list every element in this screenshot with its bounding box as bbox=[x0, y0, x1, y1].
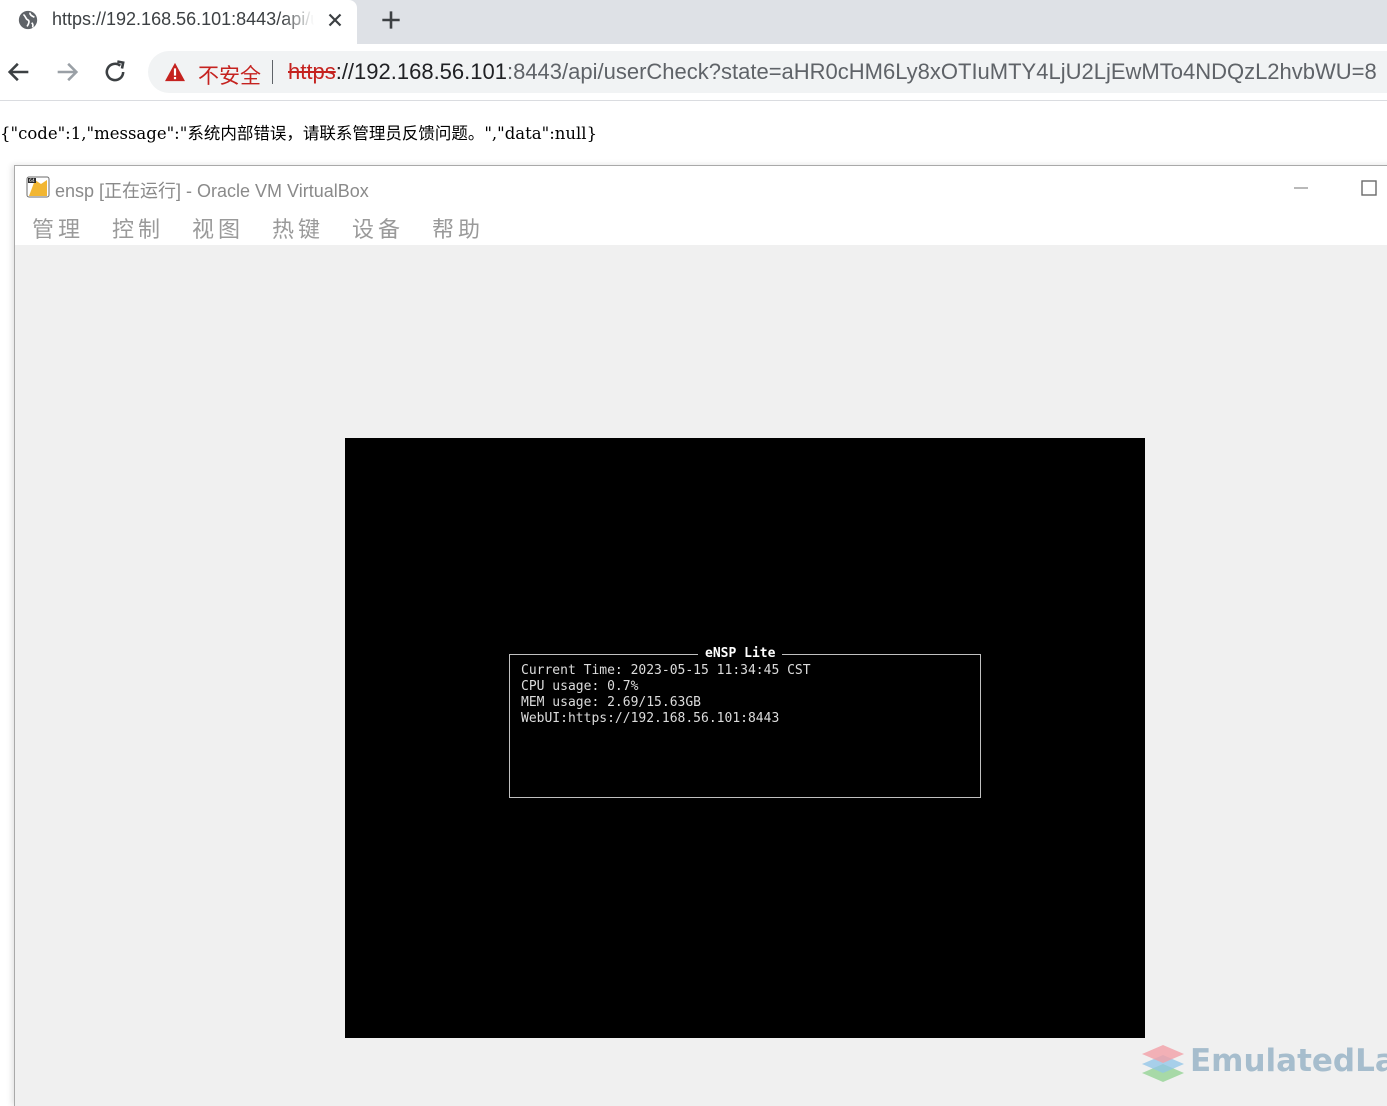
cpu-usage-line: CPU usage: 0.7% bbox=[521, 679, 639, 694]
url-host: ://192.168.56.101 bbox=[335, 59, 507, 84]
address-separator bbox=[272, 60, 273, 84]
close-icon[interactable] bbox=[324, 9, 346, 31]
panel-title: eNSP Lite bbox=[698, 646, 783, 661]
vbox-titlebar[interactable]: 64 ensp [正在运行] - Oracle VM VirtualBox bbox=[15, 166, 1387, 208]
menu-help[interactable]: 帮助 bbox=[432, 212, 484, 244]
webui-line: WebUI:https://192.168.56.101:8443 bbox=[521, 711, 780, 726]
current-time-line: Current Time: 2023-05-15 11:34:45 CST bbox=[521, 663, 811, 678]
globe-icon bbox=[18, 10, 38, 30]
layers-logo-icon bbox=[1142, 1045, 1184, 1082]
not-secure-label[interactable]: 不安全 bbox=[198, 60, 261, 90]
status-panel: eNSP Lite Current Time: 2023-05-15 11:34… bbox=[509, 646, 981, 798]
forward-arrow-icon[interactable] bbox=[53, 58, 81, 86]
tab-strip: https://192.168.56.101:8443/api/userChec… bbox=[0, 0, 1387, 44]
url-text[interactable]: https://192.168.56.101:8443/api/userChec… bbox=[288, 59, 1387, 85]
new-tab-icon[interactable] bbox=[378, 7, 404, 33]
menu-view[interactable]: 视图 bbox=[192, 212, 244, 244]
vbox-menubar: 管理 控制 视图 热键 设备 帮助 bbox=[15, 208, 1387, 245]
vm-display[interactable]: eNSP Lite Current Time: 2023-05-15 11:34… bbox=[345, 438, 1145, 1038]
browser-toolbar: 不安全 https://192.168.56.101:8443/api/user… bbox=[0, 44, 1387, 101]
tab-title: https://192.168.56.101:8443/api/userChec… bbox=[52, 9, 314, 29]
menu-control[interactable]: 控制 bbox=[112, 212, 164, 244]
menu-manage[interactable]: 管理 bbox=[32, 212, 84, 244]
watermark-text: EmulatedLab bbox=[1190, 1043, 1387, 1079]
browser-tab[interactable]: https://192.168.56.101:8443/api/userChec… bbox=[0, 0, 357, 44]
minimize-icon[interactable] bbox=[1291, 178, 1311, 198]
url-scheme: https bbox=[288, 59, 336, 84]
url-path: :8443/api/userCheck?state=aHR0cHM6Ly8xOT… bbox=[506, 59, 1377, 84]
warning-icon[interactable] bbox=[164, 62, 186, 82]
virtualbox-logo-icon: 64 bbox=[26, 176, 50, 198]
maximize-icon[interactable] bbox=[1359, 178, 1379, 198]
vbox-window-title: ensp [正在运行] - Oracle VM VirtualBox bbox=[55, 181, 369, 201]
back-arrow-icon[interactable] bbox=[5, 58, 33, 86]
svg-text:64: 64 bbox=[29, 178, 35, 184]
reload-icon[interactable] bbox=[101, 58, 129, 86]
json-response: {"code":1,"message":"系统内部错误，请联系管理员反馈问题。"… bbox=[0, 124, 598, 143]
address-bar[interactable]: 不安全 https://192.168.56.101:8443/api/user… bbox=[148, 51, 1387, 93]
menu-hotkeys[interactable]: 热键 bbox=[272, 212, 324, 244]
menu-devices[interactable]: 设备 bbox=[352, 212, 404, 244]
mem-usage-line: MEM usage: 2.69/15.63GB bbox=[521, 695, 702, 710]
